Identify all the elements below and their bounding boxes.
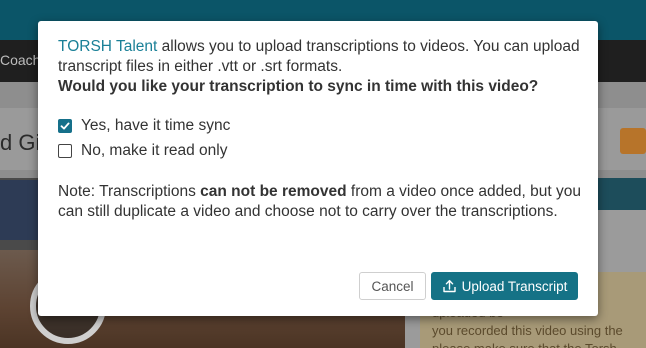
edit-button: [620, 128, 646, 154]
time-sync-checkbox[interactable]: [58, 119, 72, 133]
option-read-only[interactable]: No, make it read only: [58, 142, 227, 160]
video-overlay-panel: [0, 180, 40, 240]
sync-question: Would you like your transcription to syn…: [58, 78, 539, 95]
option-time-sync[interactable]: Yes, have it time sync: [58, 117, 230, 135]
transcription-note: Note: Transcriptions can not be removed …: [58, 182, 583, 222]
dialog-intro: TORSH Talent allows you to upload transc…: [58, 37, 583, 97]
upload-button-label: Upload Transcript: [461, 278, 568, 294]
time-sync-label: Yes, have it time sync: [81, 117, 231, 134]
upload-transcript-button[interactable]: Upload Transcript: [431, 272, 578, 300]
note-emphasis: can not be removed: [200, 183, 347, 200]
torsh-talent-link[interactable]: TORSH Talent: [58, 38, 157, 55]
read-only-checkbox[interactable]: [58, 144, 72, 158]
note-prefix: Note: Transcriptions: [58, 183, 201, 200]
page-title: d Gi: [0, 130, 41, 155]
upload-icon: [442, 279, 457, 293]
cancel-button[interactable]: Cancel: [359, 272, 426, 300]
upload-transcript-dialog: TORSH Talent allows you to upload transc…: [38, 21, 598, 316]
nav-item-fragment: Coach: [0, 52, 41, 68]
read-only-label: No, make it read only: [81, 142, 228, 159]
notice-line: you recorded this video using the: [432, 323, 623, 338]
notice-line: please make sure that the Torsh: [432, 340, 646, 348]
checkmark-icon: [60, 122, 70, 130]
